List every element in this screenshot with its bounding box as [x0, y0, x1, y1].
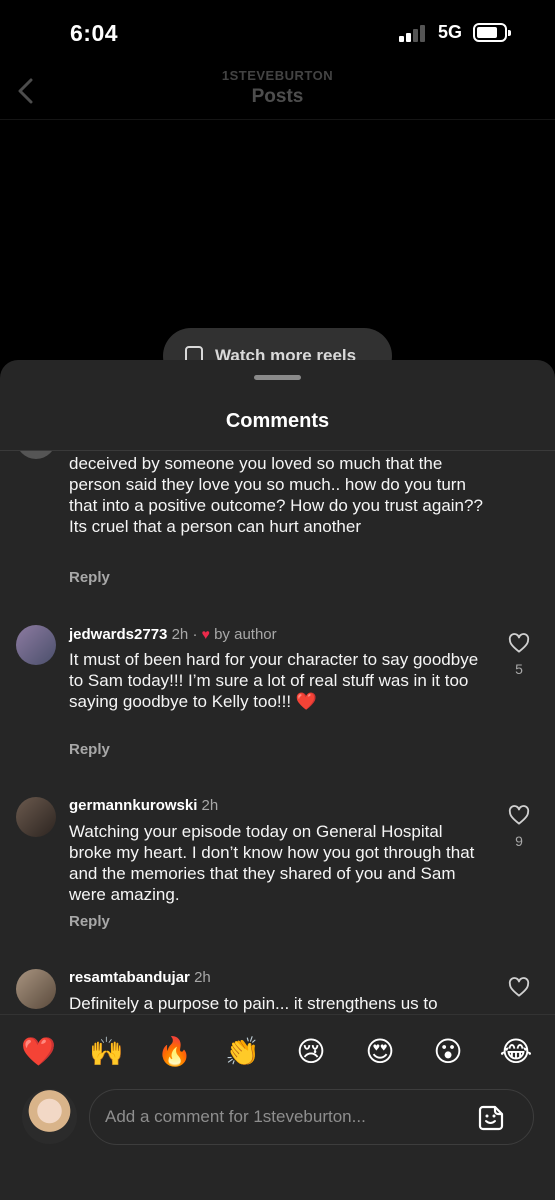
reply-button[interactable]: Reply [69, 569, 110, 586]
avatar[interactable] [16, 451, 56, 459]
comments-sheet: Comments deceived by someone you loved s… [0, 360, 555, 1200]
like-count: 9 [515, 833, 523, 849]
comment-username[interactable]: resamtabandujar [69, 969, 190, 986]
comment-input-wrapper [89, 1089, 534, 1145]
emoji-raising-hands[interactable]: 🙌 [89, 1035, 124, 1069]
comment-like[interactable] [506, 977, 532, 997]
emoji-tears-of-joy[interactable]: 😂 [499, 1035, 533, 1069]
author-heart-icon: ♥ [201, 626, 210, 642]
comment-time: 2h [171, 626, 189, 643]
comment-username[interactable]: germannkurowski [69, 797, 197, 814]
comment-header: resamtabandujar 2h [69, 969, 211, 987]
comment-time: 2h [194, 969, 211, 986]
current-user-avatar [22, 1089, 77, 1144]
page-title: Posts [251, 86, 304, 107]
heart-outline-icon[interactable] [508, 633, 530, 653]
avatar[interactable] [16, 625, 56, 665]
posts-header: 1STEVEBURTON Posts [0, 60, 555, 118]
comment-body: Watching your episode today on General H… [69, 822, 475, 904]
emoji-clapping-hands[interactable]: 👏 [225, 1035, 260, 1069]
comments-list[interactable]: deceived by someone you loved so much th… [0, 451, 555, 1014]
reply-button[interactable]: Reply [69, 741, 110, 758]
comment-username[interactable]: jedwards2773 [69, 626, 167, 643]
header-divider [0, 119, 555, 120]
comment-like[interactable]: 9 [506, 805, 532, 849]
heart-outline-icon[interactable] [508, 977, 530, 997]
emoji-fire[interactable]: 🔥 [157, 1035, 192, 1069]
emoji-crying-face[interactable]: 😢 [294, 1035, 328, 1069]
comment-time: 2h [201, 797, 219, 814]
sheet-grabber[interactable] [254, 375, 301, 380]
sheet-title: Comments [225, 410, 330, 432]
emoji-reaction-bar: ❤️ 🙌 🔥 👏 😢 😍 😮 😂 [0, 1014, 555, 1084]
avatar[interactable] [16, 969, 56, 1009]
status-time: 6:04 [70, 20, 119, 46]
comment-body: Definitely a purpose to pain... it stren… [69, 994, 438, 1013]
comment-input[interactable] [105, 1090, 465, 1144]
emoji-heart-eyes[interactable]: 😍 [363, 1035, 397, 1069]
comment-composer [0, 1084, 555, 1200]
avatar[interactable] [16, 797, 56, 837]
comment-body: deceived by someone you loved so much th… [69, 454, 483, 536]
battery-icon [473, 23, 511, 42]
network-type: 5G [438, 22, 463, 42]
like-count: 5 [515, 661, 523, 677]
emoji-surprised-face[interactable]: 😮 [431, 1035, 465, 1069]
emoji-red-heart[interactable]: ❤️ [21, 1035, 56, 1069]
liked-by-author: by author [214, 626, 277, 643]
comment-header: germannkurowski 2h [69, 797, 218, 815]
status-bar: 6:04 5G [0, 0, 555, 64]
comment-header: jedwards2773 2h · ♥ by author [69, 625, 277, 644]
sticker-icon[interactable] [477, 1104, 505, 1132]
comment-body: It must of been hard for your character … [69, 650, 479, 711]
reply-button[interactable]: Reply [69, 913, 110, 930]
profile-username: 1STEVEBURTON [221, 68, 334, 83]
signal-icon [399, 24, 429, 42]
separator-dot: · [192, 626, 198, 643]
heart-outline-icon[interactable] [508, 805, 530, 825]
comment-like[interactable]: 5 [506, 633, 532, 677]
